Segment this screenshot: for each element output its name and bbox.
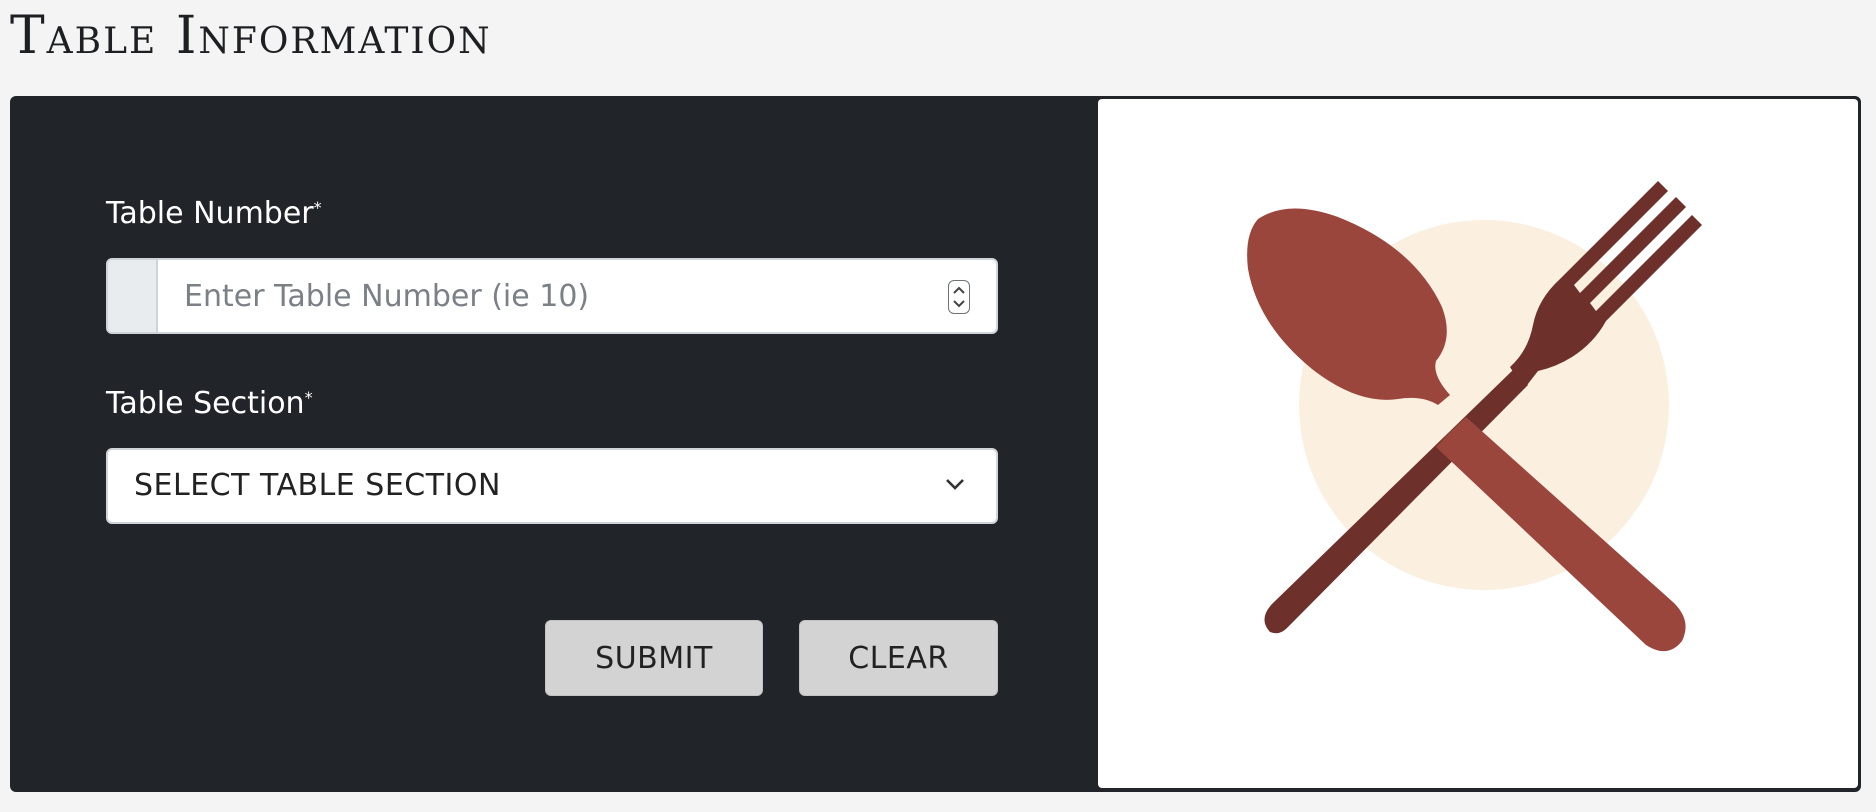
submit-button[interactable]: SUBMIT [545,620,763,696]
chevron-down-icon [946,479,964,490]
clear-button[interactable]: CLEAR [799,620,998,696]
illustration-panel [1098,99,1858,788]
required-mark: * [313,198,322,217]
spoon-and-fork-icon [1247,181,1702,652]
table-section-selected-value: SELECT TABLE SECTION [134,468,501,503]
table-section-label-text: Table Section [106,386,305,421]
chevron-up-icon[interactable] [952,285,966,295]
table-number-label-text: Table Number [106,196,314,231]
table-section-select[interactable]: SELECT TABLE SECTION [106,448,998,524]
table-section-label: Table Section* [106,386,313,421]
page-title: Table Information [10,6,492,66]
table-form: Table Number* Table Section* SELECT TABL… [10,96,1100,792]
input-prefix-addon [108,260,158,332]
table-number-field [106,258,998,334]
table-number-label: Table Number* [106,196,322,231]
chevron-down-icon[interactable] [952,299,966,309]
required-mark: * [304,388,313,407]
table-info-card: Table Number* Table Section* SELECT TABL… [10,96,1861,792]
table-number-input[interactable] [158,260,938,332]
number-spinner[interactable] [948,280,970,314]
